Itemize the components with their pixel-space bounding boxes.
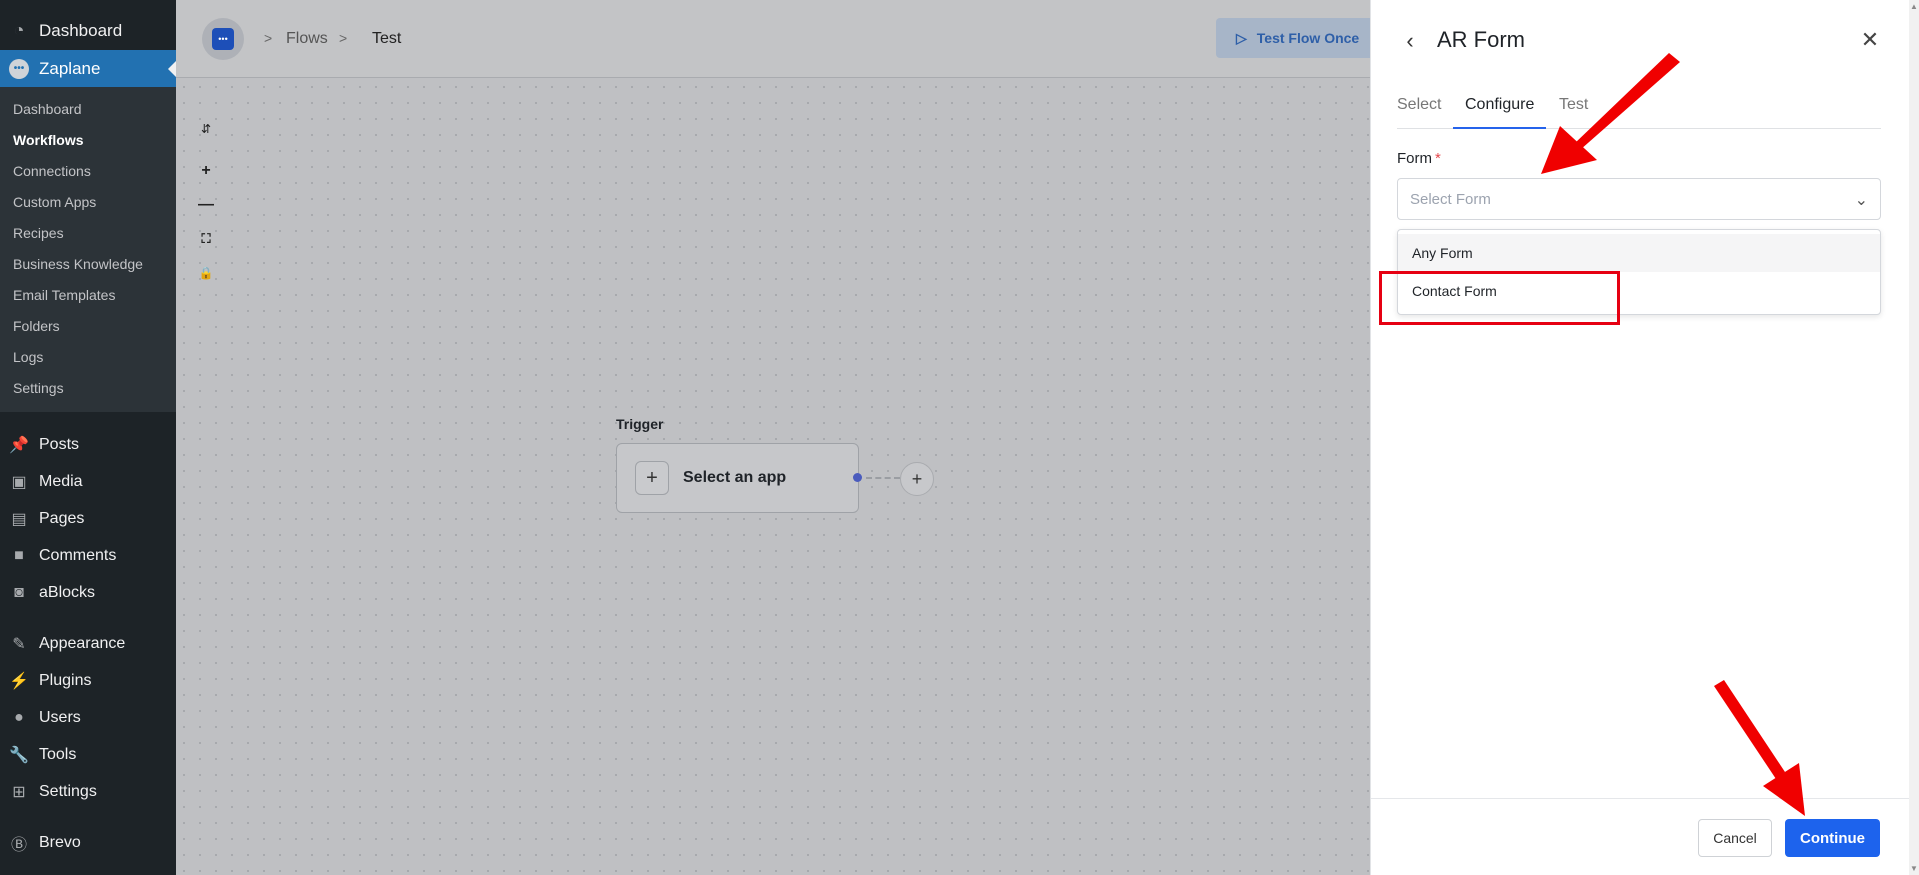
sidebar-item-users[interactable]: ● Users [0, 699, 176, 736]
node-handle[interactable] [853, 473, 862, 482]
plugins-icon: ⚡ [9, 672, 29, 690]
test-flow-label: Test Flow Once [1256, 30, 1360, 46]
submenu-item-email-templates[interactable]: Email Templates [0, 280, 176, 311]
submenu-item-dashboard[interactable]: Dashboard [0, 94, 176, 125]
scroll-up-icon[interactable]: ▲ [1910, 2, 1918, 11]
pages-icon: ▤ [11, 510, 27, 528]
zaplane-submenu: Dashboard Workflows Connections Custom A… [0, 87, 176, 412]
submenu-item-connections[interactable]: Connections [0, 156, 176, 187]
chevron-down-icon: ⌄ [1854, 192, 1868, 209]
sidebar-item-media[interactable]: ▣ Media [0, 463, 176, 500]
submenu-item-recipes[interactable]: Recipes [0, 218, 176, 249]
tab-configure[interactable]: Configure [1453, 96, 1547, 129]
required-marker: * [1435, 150, 1441, 167]
close-icon[interactable]: ✕ [1857, 27, 1883, 53]
admin-sidebar: ◔ Dashboard ••• Zaplane Dashboard Workfl… [0, 0, 176, 875]
node-edge [866, 477, 900, 479]
panel-header: ‹ AR Form ✕ [1371, 0, 1919, 80]
sidebar-item-appearance[interactable]: ✎ Appearance [0, 625, 176, 662]
settings-icon: ⊞ [12, 783, 26, 801]
tools-icon: 🔧 [9, 746, 29, 764]
back-icon[interactable]: ‹ [1399, 28, 1421, 54]
users-icon: ● [14, 708, 24, 726]
play-icon: ▷ [1236, 29, 1247, 46]
cancel-button[interactable]: Cancel [1698, 819, 1772, 857]
scroll-down-icon[interactable]: ▼ [1910, 864, 1918, 873]
comments-icon: ■ [14, 546, 24, 564]
form-label-text: Form [1397, 150, 1432, 167]
submenu-item-folders[interactable]: Folders [0, 311, 176, 342]
sidebar-item-tools[interactable]: 🔧 Tools [0, 736, 176, 773]
sidebar-item-label: Settings [39, 782, 97, 800]
zaplane-logo-icon: ••• [212, 28, 234, 50]
sidebar-item-zaplane[interactable]: ••• Zaplane [0, 50, 176, 87]
sidebar-item-label: Tools [39, 745, 77, 763]
sidebar-item-plugins[interactable]: ⚡ Plugins [0, 662, 176, 699]
fit-view-icon[interactable]: ⛶ [194, 227, 218, 251]
sidebar-item-label: Dashboard [39, 20, 123, 40]
scrollbar[interactable] [1909, 0, 1919, 875]
highlight-box [1379, 271, 1620, 325]
form-field-label: Form * [1397, 150, 1441, 167]
sidebar-item-label: Plugins [39, 671, 92, 689]
trigger-node[interactable]: + Select an app [616, 443, 859, 513]
submenu-item-workflows[interactable]: Workflows [0, 125, 176, 156]
submenu-item-logs[interactable]: Logs [0, 342, 176, 373]
panel-footer: Cancel Continue [1371, 798, 1919, 875]
tab-test[interactable]: Test [1559, 96, 1588, 129]
configure-panel: ‹ AR Form ✕ Select Configure Test Form * … [1370, 0, 1919, 875]
sidebar-item-label: Comments [39, 546, 117, 564]
sidebar-item-brevo[interactable]: Ⓑ Brevo [0, 824, 176, 861]
panel-title: AR Form [1437, 27, 1525, 52]
sidebar-item-label: Users [39, 708, 81, 726]
chevron-right-icon: > [339, 30, 348, 46]
sidebar-item-label: Appearance [39, 634, 126, 652]
lock-icon[interactable]: 🔒 [194, 261, 218, 285]
submenu-item-business-knowledge[interactable]: Business Knowledge [0, 249, 176, 280]
panel-tabs: Select Configure Test [1397, 92, 1881, 129]
chevron-right-icon: > [264, 30, 273, 46]
submenu-item-custom-apps[interactable]: Custom Apps [0, 187, 176, 218]
ablocks-icon: ◙ [14, 583, 24, 601]
brevo-icon: Ⓑ [10, 836, 27, 854]
form-select[interactable]: Select Form ⌄ [1397, 178, 1881, 220]
trigger-node-text: Select an app [683, 469, 787, 486]
zaplane-logo[interactable]: ••• [202, 18, 244, 60]
dashboard-icon: ◔ [13, 20, 25, 40]
continue-button[interactable]: Continue [1785, 819, 1880, 857]
breadcrumb-current: Test [372, 30, 402, 47]
appearance-icon: ✎ [12, 635, 26, 653]
trigger-label: Trigger [616, 416, 664, 432]
sidebar-item-label: Brevo [39, 833, 81, 851]
zaplane-icon: ••• [9, 58, 29, 79]
option-any-form[interactable]: Any Form [1398, 234, 1880, 272]
zoom-in-icon[interactable]: + [194, 159, 218, 183]
form-select-placeholder: Select Form [1410, 190, 1491, 208]
sidebar-item-label: Media [39, 472, 83, 490]
tab-select[interactable]: Select [1397, 96, 1441, 129]
sidebar-item-ablocks[interactable]: ◙ aBlocks [0, 574, 176, 611]
sidebar-item-label: Zaplane [39, 58, 101, 78]
sidebar-item-label: Posts [39, 435, 80, 453]
sidebar-item-label: Pages [39, 509, 85, 527]
breadcrumb-flows[interactable]: Flows [286, 30, 328, 48]
sidebar-item-posts[interactable]: 📌 Posts [0, 426, 176, 463]
sort-icon[interactable]: ⇵ [194, 117, 218, 141]
sidebar-item-label: aBlocks [39, 583, 96, 601]
submenu-item-settings[interactable]: Settings [0, 373, 176, 404]
sidebar-item-settings[interactable]: ⊞ Settings [0, 773, 176, 810]
zoom-out-icon[interactable]: — [194, 193, 218, 217]
plus-icon: + [635, 461, 669, 495]
media-icon: ▣ [11, 473, 27, 491]
add-step-button[interactable]: + [900, 462, 934, 496]
test-flow-button[interactable]: ▷ Test Flow Once [1216, 18, 1396, 58]
pushpin-icon: 📌 [9, 436, 29, 454]
sidebar-item-pages[interactable]: ▤ Pages [0, 500, 176, 537]
sidebar-item-dashboard[interactable]: ◔ Dashboard [0, 15, 176, 46]
sidebar-item-comments[interactable]: ■ Comments [0, 537, 176, 574]
